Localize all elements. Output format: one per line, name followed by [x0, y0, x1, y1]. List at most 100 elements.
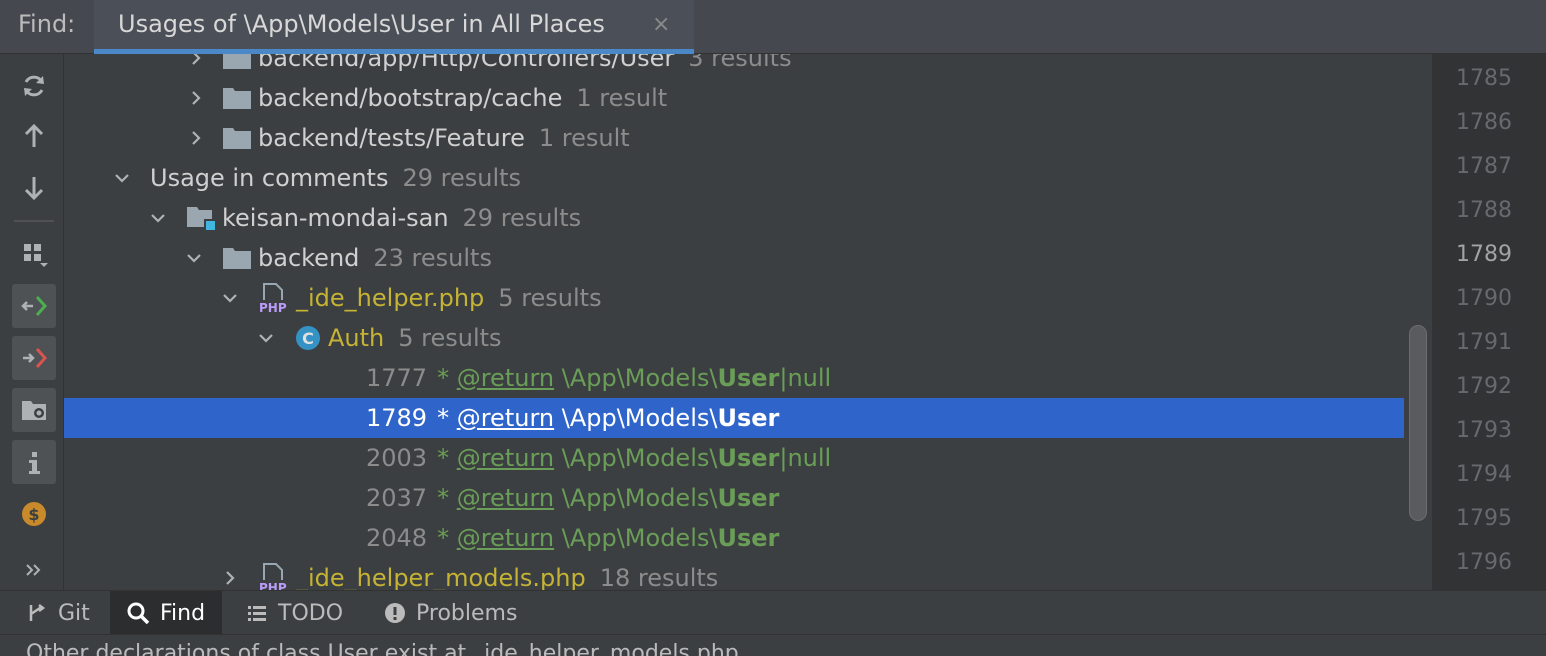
gutter-line-number: 1785: [1456, 66, 1512, 91]
folder-icon: [222, 86, 252, 110]
tab-git-label: Git: [58, 600, 90, 626]
tree-node-group[interactable]: Usage in comments 29 results: [64, 158, 1404, 198]
namespace-path: \App\Models\: [561, 484, 718, 512]
comment-star: *: [437, 524, 450, 552]
gutter-line-number: 1793: [1456, 418, 1512, 443]
info-icon[interactable]: [12, 440, 56, 484]
chevron-right-icon[interactable]: [184, 118, 208, 158]
chevron-down-icon[interactable]: [218, 278, 242, 318]
node-name: _ide_helper.php: [296, 284, 485, 312]
dollar-coin-icon[interactable]: $: [12, 492, 56, 536]
merge-left-icon[interactable]: [12, 284, 56, 328]
chevron-down-icon[interactable]: [182, 238, 206, 278]
scrollbar-thumb[interactable]: [1409, 325, 1427, 521]
arrow-down-icon[interactable]: [12, 166, 56, 210]
tree-node-class[interactable]: C Auth 5 results: [64, 318, 1404, 358]
gutter-line-number: 1788: [1456, 198, 1512, 223]
usage-snippet: * @return \App\Models\User: [437, 478, 779, 518]
chevron-down-icon[interactable]: [146, 198, 170, 238]
chevron-down-icon[interactable]: [110, 158, 134, 198]
type-suffix: |null: [779, 364, 832, 392]
result-count: 29 results: [462, 204, 582, 232]
node-name: _ide_helper_models.php: [296, 564, 586, 590]
tab-todo[interactable]: TODO: [232, 591, 362, 635]
node-name: Auth: [328, 324, 385, 352]
comment-star: *: [437, 484, 450, 512]
tree-node-folder[interactable]: backend/app/Http/Controllers/User 3 resul…: [64, 54, 1404, 78]
module-folder-icon: [186, 205, 216, 231]
usage-row[interactable]: 1789 * @return \App\Models\User: [64, 398, 1404, 438]
tab-find[interactable]: Find: [110, 591, 222, 635]
tree-node-module[interactable]: keisan-mondai-san 29 results: [64, 198, 1404, 238]
usage-row[interactable]: 2003 * @return \App\Models\User|null: [64, 438, 1404, 478]
result-count: 3 results: [688, 54, 792, 72]
merge-right-icon[interactable]: [12, 336, 56, 380]
namespace-path: \App\Models\: [561, 404, 718, 432]
chevron-right-icon[interactable]: [184, 78, 208, 118]
comment-star: *: [437, 364, 450, 392]
tree-node-folder[interactable]: backend/tests/Feature 1 result: [64, 118, 1404, 158]
matched-class: User: [717, 364, 780, 392]
tab-git[interactable]: Git: [18, 591, 108, 635]
tree-node-folder[interactable]: backend 23 results: [64, 238, 1404, 278]
svg-text:PHP: PHP: [259, 581, 287, 590]
usages-tree[interactable]: backend/app/Http/Controllers/User 3 resul…: [64, 54, 1404, 590]
matched-class: User: [717, 444, 780, 472]
type-suffix: |null: [779, 444, 832, 472]
find-tab-title: Usages of \App\Models\User in All Places: [118, 10, 605, 38]
doc-tag: @return: [456, 404, 555, 432]
tab-problems[interactable]: Problems: [370, 591, 540, 635]
usage-line-number: 2037: [366, 484, 428, 512]
matched-class: User: [717, 484, 780, 512]
node-name: backend/bootstrap/cache: [258, 84, 563, 112]
usage-row[interactable]: 1777 * @return \App\Models\User|null: [64, 358, 1404, 398]
usage-row[interactable]: 2048 * @return \App\Models\User: [64, 518, 1404, 558]
result-count: 29 results: [402, 164, 522, 192]
chevron-right-icon[interactable]: [184, 54, 208, 78]
usage-row[interactable]: 2037 * @return \App\Models\User: [64, 478, 1404, 518]
tool-window-bar: Git Find TODO Problems: [0, 590, 1546, 635]
usage-snippet: * @return \App\Models\User: [437, 398, 779, 438]
list-icon: [248, 606, 266, 621]
tree-node-php[interactable]: PHP _ide_helper.php 5 results: [64, 278, 1404, 318]
tree-node-php[interactable]: PHP _ide_helper_models.php 18 results: [64, 558, 1404, 590]
tab-find-label: Find: [160, 600, 206, 626]
usage-line-number: 1789: [366, 404, 428, 432]
preview-line-gutter: 1785 1786 1787 1788 1789 1790 1791 1792 1793 1794…: [1432, 54, 1546, 590]
usage-snippet: * @return \App\Models\User: [437, 518, 779, 558]
rerun-icon[interactable]: [12, 64, 56, 108]
gutter-line-number: 1786: [1456, 110, 1512, 135]
find-results-tab[interactable]: Usages of \App\Models\User in All Places…: [94, 0, 694, 54]
close-icon[interactable]: ×: [652, 12, 670, 37]
find-label: Find:: [18, 10, 76, 38]
node-name: keisan-mondai-san: [222, 204, 449, 232]
usage-line-number: 2003: [366, 444, 428, 472]
usage-line-number: 2048: [366, 524, 428, 552]
result-count: 1 result: [576, 84, 668, 112]
tab-todo-label: TODO: [278, 600, 344, 626]
chevron-down-icon[interactable]: [254, 318, 278, 358]
tab-problems-label: Problems: [416, 600, 518, 626]
node-name: backend/app/Http/Controllers/User: [258, 54, 675, 72]
doc-tag: @return: [456, 484, 555, 512]
find-toolwindow-header: Find: Usages of \App\Models\User in All …: [0, 0, 1546, 54]
gutter-line-number: 1795: [1456, 506, 1512, 531]
folder-icon: [222, 246, 252, 270]
status-bar: Other declarations of class User exist a…: [0, 634, 1546, 656]
doc-tag: @return: [456, 364, 555, 392]
comment-star: *: [437, 404, 450, 432]
folder-settings-icon[interactable]: [12, 388, 56, 432]
arrow-up-icon[interactable]: [12, 114, 56, 158]
warning-circle-icon: [385, 603, 405, 623]
group-by-icon[interactable]: [12, 232, 56, 276]
tree-node-folder[interactable]: backend/bootstrap/cache 1 result: [64, 78, 1404, 118]
doc-tag: @return: [456, 444, 555, 472]
more-chevrons-icon[interactable]: [12, 548, 56, 592]
gutter-line-number: 1791: [1456, 330, 1512, 355]
node-name: Usage in comments: [150, 164, 389, 192]
result-count: 5 results: [398, 324, 502, 352]
matched-class: User: [717, 404, 780, 432]
result-count: 18 results: [599, 564, 719, 590]
chevron-right-icon[interactable]: [218, 558, 242, 590]
search-icon: [127, 602, 150, 625]
